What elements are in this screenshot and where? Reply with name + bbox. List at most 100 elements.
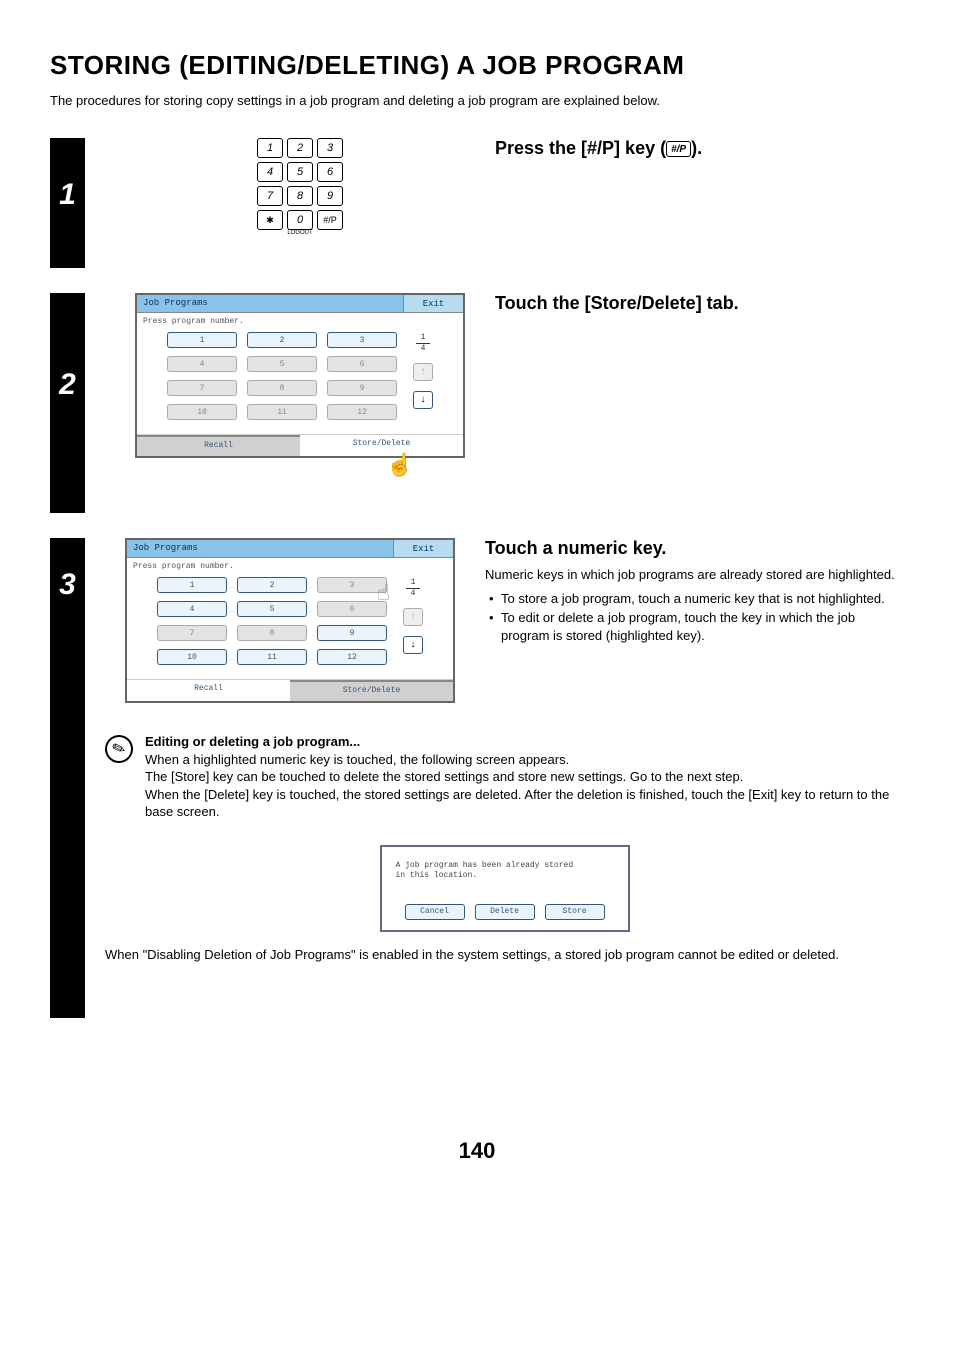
- program-key-9[interactable]: 9: [317, 625, 387, 641]
- page-total: 4: [416, 345, 430, 353]
- keypad-hp-key: #/P: [317, 210, 343, 230]
- page-title: STORING (EDITING/DELETING) A JOB PROGRAM: [50, 50, 904, 81]
- keypad-key: 1: [257, 138, 283, 158]
- page-total: 4: [406, 590, 420, 598]
- touch-panel: Job Programs Exit Press program number. …: [135, 293, 465, 458]
- program-key-8[interactable]: 8: [237, 625, 307, 641]
- program-key-10[interactable]: 10: [157, 649, 227, 665]
- page-up-button[interactable]: ↑: [413, 363, 433, 381]
- program-key-12[interactable]: 12: [317, 649, 387, 665]
- program-key-11[interactable]: 11: [247, 404, 317, 420]
- program-key-2[interactable]: 2: [237, 577, 307, 593]
- note-heading: Editing or deleting a job program...: [145, 734, 360, 749]
- tab-recall[interactable]: Recall: [127, 680, 290, 701]
- page-current: 1: [406, 579, 420, 587]
- step3-desc: Numeric keys in which job programs are a…: [485, 567, 904, 584]
- program-key-10[interactable]: 10: [167, 404, 237, 420]
- keypad-key: 9: [317, 186, 343, 206]
- note-line: When a highlighted numeric key is touche…: [145, 752, 569, 767]
- page-indicator: 1 4: [406, 579, 420, 598]
- step1-title-a: Press the [#/P] key (: [495, 138, 666, 158]
- page-down-button[interactable]: ↓: [413, 391, 433, 409]
- panel-title: Job Programs: [137, 295, 403, 312]
- keypad-key: 2: [287, 138, 313, 158]
- program-key-5[interactable]: 5: [237, 601, 307, 617]
- step-1: 1 1 2 3 4 5 6 7 8 9 ✱ 0 #/P LOGOUT: [50, 138, 904, 268]
- footnote: When "Disabling Deletion of Job Programs…: [105, 946, 839, 964]
- touch-panel: Job Programs Exit Press program number. …: [125, 538, 455, 703]
- note-block: ✎ Editing or deleting a job program... W…: [105, 733, 904, 821]
- note-line: The [Store] key can be touched to delete…: [145, 769, 743, 784]
- step-number: 1: [59, 178, 76, 212]
- keypad-key: 4: [257, 162, 283, 182]
- dialog-cancel-button[interactable]: Cancel: [405, 904, 465, 920]
- hand-cursor-icon: ☝: [386, 452, 413, 477]
- program-key-6[interactable]: 6: [327, 356, 397, 372]
- dialog-message: A job program has been already stored in…: [396, 861, 614, 882]
- tab-recall[interactable]: Recall: [137, 435, 300, 456]
- dialog-delete-button[interactable]: Delete: [475, 904, 535, 920]
- step-number-col: 1: [50, 138, 85, 268]
- step3-panel-graphic: Job Programs Exit Press program number. …: [105, 538, 475, 703]
- program-key-9[interactable]: 9: [327, 380, 397, 396]
- step-number: 2: [59, 368, 76, 402]
- keypad-graphic: 1 2 3 4 5 6 7 8 9 ✱ 0 #/P LOGOUT: [115, 138, 485, 236]
- dialog-msg-line: A job program has been already stored: [396, 861, 574, 870]
- step2-title: Touch the [Store/Delete] tab.: [495, 293, 904, 314]
- confirm-dialog: A job program has been already stored in…: [380, 845, 630, 932]
- step3-title: Touch a numeric key.: [485, 538, 904, 559]
- step3-bullet: To store a job program, touch a numeric …: [489, 590, 904, 608]
- dialog-msg-line: in this location.: [396, 871, 478, 880]
- panel-subtitle: Press program number.: [137, 313, 463, 332]
- page-indicator: 1 4: [416, 334, 430, 353]
- program-key-3[interactable]: 3☝: [317, 577, 387, 593]
- program-key-2[interactable]: 2: [247, 332, 317, 348]
- hp-key-inline: #/P: [666, 141, 691, 157]
- step2-panel-graphic: Job Programs Exit Press program number. …: [115, 293, 485, 477]
- note-line: When the [Delete] key is touched, the st…: [145, 787, 889, 820]
- program-key-11[interactable]: 11: [237, 649, 307, 665]
- hand-cursor-icon: ☝: [377, 584, 390, 606]
- keypad-key: 8: [287, 186, 313, 206]
- panel-exit-button[interactable]: Exit: [393, 540, 453, 557]
- keypad-key: 7: [257, 186, 283, 206]
- tab-store-delete[interactable]: Store/Delete: [290, 680, 453, 701]
- keypad-key: 5: [287, 162, 313, 182]
- tab-store-delete[interactable]: Store/Delete: [300, 435, 463, 456]
- program-key-4[interactable]: 4: [167, 356, 237, 372]
- program-key-3[interactable]: 3: [327, 332, 397, 348]
- step-2: 2 Job Programs Exit Press program number…: [50, 293, 904, 513]
- panel-exit-button[interactable]: Exit: [403, 295, 463, 312]
- step-number-col: 3: [50, 538, 85, 1018]
- panel-subtitle: Press program number.: [127, 558, 453, 577]
- intro-text: The procedures for storing copy settings…: [50, 93, 904, 108]
- program-key-1[interactable]: 1: [167, 332, 237, 348]
- panel-title: Job Programs: [127, 540, 393, 557]
- panel-number-grid: 123456789101112: [167, 332, 397, 420]
- program-key-7[interactable]: 7: [167, 380, 237, 396]
- keypad-zero-key: 0: [287, 210, 313, 230]
- dialog-store-button[interactable]: Store: [545, 904, 605, 920]
- program-key-4[interactable]: 4: [157, 601, 227, 617]
- step1-title: Press the [#/P] key (#/P).: [495, 138, 904, 159]
- step1-title-b: ).: [691, 138, 702, 158]
- step3-bullet: To edit or delete a job program, touch t…: [489, 609, 904, 644]
- program-key-8[interactable]: 8: [247, 380, 317, 396]
- program-key-12[interactable]: 12: [327, 404, 397, 420]
- step-number-col: 2: [50, 293, 85, 513]
- page-current: 1: [416, 334, 430, 342]
- keypad-logout-label: LOGOUT: [257, 230, 343, 236]
- page-number: 140: [50, 1138, 904, 1164]
- keypad-key: 6: [317, 162, 343, 182]
- program-key-5[interactable]: 5: [247, 356, 317, 372]
- page-down-button[interactable]: ↓: [403, 636, 423, 654]
- pencil-note-icon: ✎: [101, 731, 137, 767]
- page-up-button[interactable]: ↑: [403, 608, 423, 626]
- keypad-star-key: ✱: [257, 210, 283, 230]
- step-3: 3 Job Programs Exit Press program number…: [50, 538, 904, 1018]
- program-key-1[interactable]: 1: [157, 577, 227, 593]
- panel-number-grid: 123☝456789101112: [157, 577, 387, 665]
- program-key-7[interactable]: 7: [157, 625, 227, 641]
- step-number: 3: [59, 568, 76, 602]
- keypad-key: 3: [317, 138, 343, 158]
